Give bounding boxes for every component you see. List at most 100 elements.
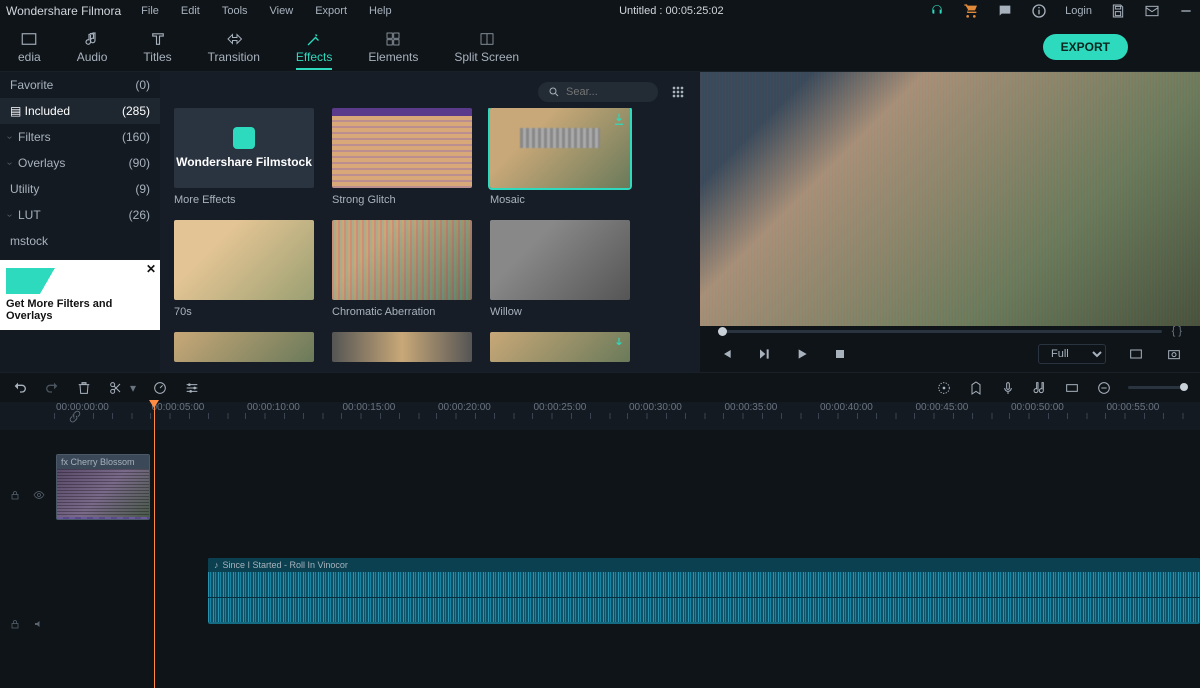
close-icon[interactable]: ✕	[146, 262, 156, 276]
minimize-icon[interactable]	[1178, 3, 1194, 19]
effect-willow[interactable]: Willow	[490, 220, 630, 318]
effects-sidebar: Favorite(0) ▤ Included(285) Filters(160)…	[0, 72, 160, 372]
tab-titles[interactable]: Titles	[125, 22, 189, 72]
fullscreen-icon[interactable]	[1128, 346, 1144, 362]
playhead[interactable]	[154, 402, 155, 688]
voiceover-icon[interactable]	[1000, 380, 1016, 396]
tab-audio[interactable]: Audio	[59, 22, 126, 72]
ruler-tick: 00:00:30:00	[627, 402, 723, 419]
timeline-ruler[interactable]: 00:00:00:0000:00:05:0000:00:10:0000:00:1…	[0, 402, 1200, 430]
menu-view[interactable]: View	[270, 5, 294, 17]
info-icon[interactable]	[1031, 3, 1047, 19]
mail-icon[interactable]	[1144, 3, 1160, 19]
prev-frame-icon[interactable]	[718, 346, 734, 362]
ruler-tick: 00:00:40:00	[818, 402, 914, 419]
tab-splitscreen[interactable]: Split Screen	[436, 22, 537, 72]
search-input[interactable]	[566, 86, 636, 98]
speaker-icon[interactable]	[33, 618, 45, 630]
audio-mix-icon[interactable]	[1032, 380, 1048, 396]
ruler-tick: 00:00:00:00	[54, 402, 150, 419]
message-icon[interactable]	[997, 3, 1013, 19]
effect-more[interactable]: Wondershare Filmstock More Effects	[174, 108, 314, 206]
cart-icon[interactable]	[963, 3, 979, 19]
sidebar-filters[interactable]: Filters(160)	[0, 124, 160, 150]
tab-elements[interactable]: Elements	[350, 22, 436, 72]
render-icon[interactable]	[936, 380, 952, 396]
speed-icon[interactable]	[152, 380, 168, 396]
snapshot-icon[interactable]	[1166, 346, 1182, 362]
undo-icon[interactable]	[12, 380, 28, 396]
sidebar-utility[interactable]: Utility(9)	[0, 176, 160, 202]
lock-icon[interactable]	[9, 618, 21, 630]
ruler-tick: 00:00:45:00	[914, 402, 1010, 419]
adjust-icon[interactable]	[184, 380, 200, 396]
redo-icon[interactable]	[44, 380, 60, 396]
menu-help[interactable]: Help	[369, 5, 392, 17]
tab-transition[interactable]: Transition	[190, 22, 278, 72]
transition-icon	[225, 30, 243, 48]
ruler-tick: 00:00:25:00	[532, 402, 628, 419]
audio-clip[interactable]: ♪Since I Started - Roll In Vinocor	[208, 558, 1200, 624]
effect-strong-glitch[interactable]: Strong Glitch	[332, 108, 472, 206]
zoom-out-icon[interactable]	[1096, 380, 1112, 396]
audio-track[interactable]: ♪Since I Started - Roll In Vinocor	[54, 558, 1200, 624]
sidebar-included[interactable]: ▤ Included(285)	[0, 98, 160, 124]
effect-row3-1[interactable]	[174, 332, 314, 362]
search-box[interactable]	[538, 82, 658, 102]
grid-view-icon[interactable]	[670, 84, 686, 100]
eye-icon[interactable]	[33, 489, 45, 501]
export-button[interactable]: EXPORT	[1043, 34, 1128, 60]
delete-icon[interactable]	[76, 380, 92, 396]
effects-browser: Wondershare Filmstock More Effects Stron…	[160, 72, 700, 372]
music-note-icon: ♪	[214, 560, 219, 570]
tab-media[interactable]: edia	[0, 22, 59, 72]
lock-icon[interactable]	[9, 489, 21, 501]
menu-file[interactable]: File	[141, 5, 159, 17]
headset-icon[interactable]	[929, 3, 945, 19]
effect-row3-3[interactable]	[490, 332, 630, 362]
search-icon	[548, 86, 560, 98]
quality-select[interactable]: Full	[1038, 344, 1106, 364]
sidebar-favorite[interactable]: Favorite(0)	[0, 72, 160, 98]
ruler-tick: 00:00:55:00	[1105, 402, 1200, 419]
app-name: Wondershare Filmora	[6, 4, 121, 18]
ruler-tick: 00:00:50:00	[1009, 402, 1105, 419]
video-track[interactable]: fx Cherry Blossom	[54, 454, 1200, 520]
effect-chromatic[interactable]: Chromatic Aberration	[332, 220, 472, 318]
ruler-tick: 00:00:10:00	[245, 402, 341, 419]
preview-viewport[interactable]	[700, 72, 1200, 326]
ruler-tick: 00:00:35:00	[723, 402, 819, 419]
scrub-bar[interactable]	[718, 330, 1162, 333]
play-icon[interactable]	[794, 346, 810, 362]
effect-70s[interactable]: 70s	[174, 220, 314, 318]
ratio-icon[interactable]	[1064, 380, 1080, 396]
effect-row3-2[interactable]	[332, 332, 472, 362]
video-clip[interactable]: fx Cherry Blossom	[56, 454, 150, 520]
effects-icon	[305, 30, 323, 48]
audio-icon	[83, 30, 101, 48]
login-link[interactable]: Login	[1065, 5, 1092, 17]
stop-icon[interactable]	[832, 346, 848, 362]
sidebar-filmstock[interactable]: mstock	[0, 228, 160, 254]
splitscreen-icon	[478, 30, 496, 48]
sidebar-overlays[interactable]: Overlays(90)	[0, 150, 160, 176]
marker-icon[interactable]	[968, 380, 984, 396]
download-icon	[612, 336, 626, 350]
audio-track-controls[interactable]	[0, 559, 54, 688]
tab-effects[interactable]: Effects	[278, 22, 350, 72]
media-icon	[20, 30, 38, 48]
sidebar-ad[interactable]: ✕ Get More Filters and Overlays	[0, 260, 160, 330]
titles-icon	[149, 30, 167, 48]
sidebar-lut[interactable]: LUT(26)	[0, 202, 160, 228]
ruler-tick: 00:00:05:00	[150, 402, 246, 419]
video-track-controls[interactable]	[0, 430, 54, 559]
split-icon[interactable]	[108, 380, 124, 396]
tool-tabs: edia Audio Titles Transition Effects Ele…	[0, 22, 1200, 72]
zoom-slider[interactable]	[1128, 386, 1188, 389]
menu-tools[interactable]: Tools	[222, 5, 248, 17]
menu-edit[interactable]: Edit	[181, 5, 200, 17]
effect-mosaic[interactable]: Mosaic	[490, 108, 630, 206]
play-pause-icon[interactable]	[756, 346, 772, 362]
menu-export[interactable]: Export	[315, 5, 347, 17]
save-icon[interactable]	[1110, 3, 1126, 19]
